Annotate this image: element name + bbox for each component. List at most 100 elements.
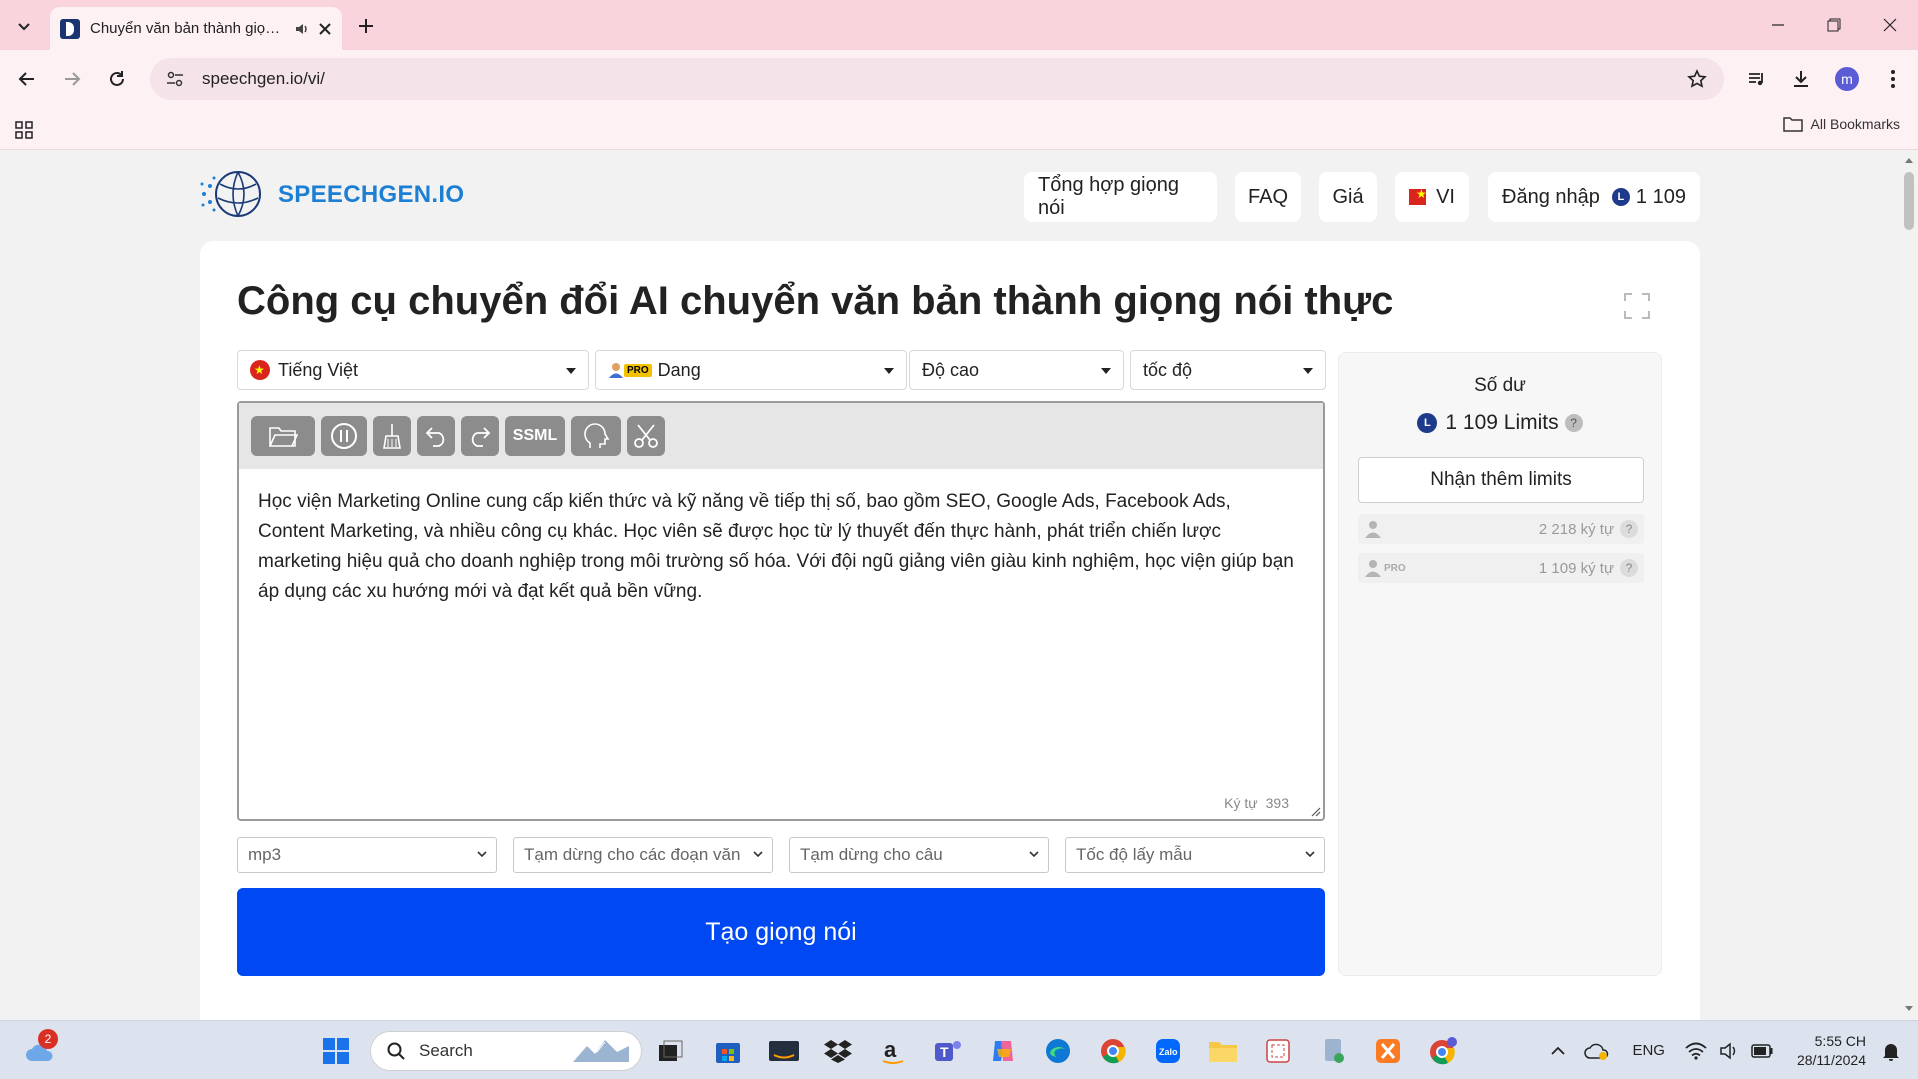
all-bookmarks-button[interactable]: All Bookmarks xyxy=(1782,116,1900,132)
char-counter-label: Ký tự xyxy=(1224,795,1258,811)
resize-grip-icon[interactable] xyxy=(1309,805,1321,817)
help-icon[interactable]: ? xyxy=(1564,414,1583,432)
onedrive-icon[interactable] xyxy=(1584,1041,1610,1061)
restore-icon[interactable] xyxy=(1814,10,1854,40)
dropbox-icon[interactable] xyxy=(820,1033,856,1069)
redo-button[interactable] xyxy=(461,416,499,456)
voice-change-button[interactable] xyxy=(571,416,621,456)
profile-avatar[interactable]: m xyxy=(1830,62,1864,96)
amazon-app-icon[interactable] xyxy=(766,1033,802,1069)
format-value: mp3 xyxy=(248,845,282,864)
pitch-select[interactable]: Độ cao xyxy=(909,350,1124,390)
caret-down-icon xyxy=(884,368,894,374)
editor-text[interactable]: Học viện Marketing Online cung cấp kiến … xyxy=(258,487,1298,607)
chrome-icon[interactable] xyxy=(1095,1033,1131,1069)
cut-button[interactable] xyxy=(627,416,665,456)
volume-icon[interactable] xyxy=(1719,1041,1739,1060)
bookmark-star-icon[interactable] xyxy=(1684,66,1710,92)
paragraph-pause-select[interactable]: Tạm dừng cho các đoạn văn xyxy=(513,837,773,873)
notification-bell-icon[interactable] xyxy=(1882,1041,1900,1061)
media-controls-icon[interactable] xyxy=(1740,62,1774,96)
generate-voice-button[interactable]: Tạo giọng nói xyxy=(237,888,1325,976)
caret-down-icon xyxy=(1303,368,1313,374)
chrome-profile-icon[interactable] xyxy=(1425,1033,1461,1069)
limits-coin-icon: L xyxy=(1611,188,1630,206)
balance-amount: 1 109 Limits xyxy=(1445,411,1559,434)
nav-faq[interactable]: FAQ xyxy=(1235,172,1301,222)
zalo-icon[interactable]: Zalo xyxy=(1150,1033,1186,1069)
search-highlight-icon xyxy=(571,1038,631,1064)
sample-rate-select[interactable]: Tốc độ lấy mẫu xyxy=(1065,837,1325,873)
taskbar-clock[interactable]: 5:55 CH 28/11/2024 xyxy=(1797,1032,1866,1070)
folder-icon xyxy=(1782,116,1803,132)
address-bar[interactable]: speechgen.io/vi/ xyxy=(150,58,1724,100)
scroll-up-icon[interactable] xyxy=(1905,158,1913,163)
scrollbar-thumb[interactable] xyxy=(1904,172,1914,230)
language-select[interactable]: Tiếng Việt xyxy=(237,350,589,390)
caret-down-icon xyxy=(566,368,576,374)
nav-balance: 1 109 xyxy=(1635,185,1686,208)
teams-icon[interactable]: T xyxy=(930,1033,966,1069)
url-text[interactable]: speechgen.io/vi/ xyxy=(202,69,325,89)
chevron-down-icon xyxy=(1304,848,1316,860)
help-icon[interactable]: ? xyxy=(1620,520,1638,538)
nav-language[interactable]: VI xyxy=(1395,172,1469,222)
apps-grid-icon[interactable] xyxy=(12,118,36,142)
nav-login[interactable]: Đăng nhập L 1 109 xyxy=(1488,172,1700,222)
snipping-tool-icon[interactable] xyxy=(1260,1033,1296,1069)
taskbar-search[interactable]: Search xyxy=(370,1031,642,1071)
reload-icon[interactable] xyxy=(100,62,134,96)
standard-chars-row: 2 218 ký tự ? xyxy=(1358,514,1644,544)
file-share-icon[interactable] xyxy=(1315,1033,1351,1069)
wifi-icon[interactable] xyxy=(1685,1042,1707,1060)
input-language[interactable]: ENG xyxy=(1632,1042,1665,1059)
download-icon[interactable] xyxy=(1784,62,1818,96)
battery-icon[interactable] xyxy=(1751,1043,1773,1058)
browser-menu-icon[interactable] xyxy=(1876,62,1910,96)
pause-button[interactable] xyxy=(321,416,367,456)
page-scrollbar[interactable] xyxy=(1900,150,1918,1020)
xampp-icon[interactable] xyxy=(1370,1033,1406,1069)
file-explorer-icon[interactable] xyxy=(1205,1033,1241,1069)
caret-down-icon xyxy=(1101,368,1111,374)
speed-select[interactable]: tốc độ xyxy=(1130,350,1326,390)
format-select[interactable]: mp3 xyxy=(237,837,497,873)
sentence-pause-select[interactable]: Tạm dừng cho câu xyxy=(789,837,1049,873)
site-info-icon[interactable] xyxy=(166,70,184,88)
text-editor[interactable]: SSML Học viện Marketing Online cung cấp … xyxy=(237,401,1325,821)
clear-text-button[interactable] xyxy=(373,416,411,456)
speaker-icon[interactable] xyxy=(294,21,310,37)
sample-rate-value: Tốc độ lấy mẫu xyxy=(1076,845,1193,864)
get-more-limits-button[interactable]: Nhận thêm limits xyxy=(1358,457,1644,503)
minimize-icon[interactable] xyxy=(1758,10,1798,40)
fullscreen-icon[interactable] xyxy=(1622,291,1652,321)
edge-icon[interactable] xyxy=(1040,1033,1076,1069)
copilot-icon[interactable] xyxy=(985,1033,1021,1069)
chevron-up-icon[interactable] xyxy=(1550,1043,1566,1059)
svg-text:a: a xyxy=(884,1037,897,1062)
microsoft-store-icon[interactable] xyxy=(710,1033,746,1069)
task-view-icon[interactable] xyxy=(653,1033,689,1069)
nav-voice-synthesis[interactable]: Tổng hợp giọng nói xyxy=(1024,172,1217,222)
tab-search-chevron-icon[interactable] xyxy=(10,12,38,40)
close-tab-icon[interactable] xyxy=(318,22,332,36)
undo-button[interactable] xyxy=(417,416,455,456)
back-icon[interactable] xyxy=(10,62,44,96)
nav-language-label: VI xyxy=(1436,185,1455,208)
new-tab-icon[interactable] xyxy=(352,12,380,40)
start-windows-icon[interactable] xyxy=(318,1033,354,1069)
scroll-down-icon[interactable] xyxy=(1905,1006,1913,1011)
voice-select[interactable]: PRO Dang xyxy=(595,350,907,390)
open-file-button[interactable] xyxy=(251,416,315,456)
ssml-button[interactable]: SSML xyxy=(505,416,565,456)
site-logo[interactable]: SPEECHGEN.IO xyxy=(198,164,464,226)
browser-tab[interactable]: Chuyển văn bản thành giọng nói xyxy=(50,7,342,50)
amazon-a-icon[interactable]: a xyxy=(875,1033,911,1069)
logo-text: SPEECHGEN.IO xyxy=(278,181,465,208)
forward-icon[interactable] xyxy=(55,62,89,96)
help-icon[interactable]: ? xyxy=(1620,559,1638,577)
nav-pricing[interactable]: Giá xyxy=(1319,172,1377,222)
close-window-icon[interactable] xyxy=(1870,10,1910,40)
broom-icon xyxy=(381,423,403,449)
redo-icon xyxy=(468,425,492,447)
